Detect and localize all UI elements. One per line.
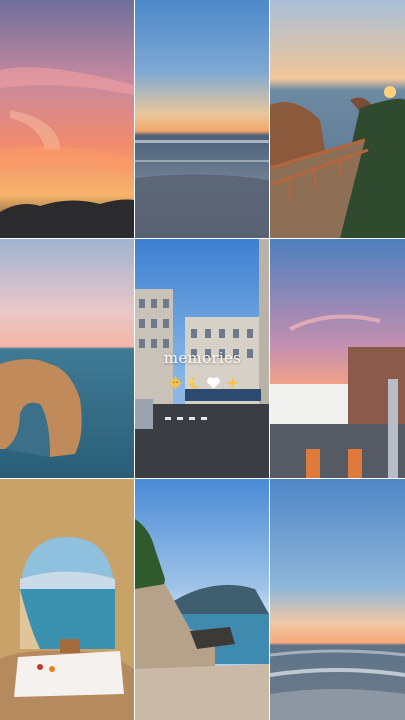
photo-rooftops-sunset (270, 239, 405, 478)
photo-collage: memories (0, 0, 405, 720)
photo-coastal-boardwalk (270, 0, 405, 238)
photo-beach-sunset (135, 0, 269, 238)
photo-ocean-dusk (270, 479, 405, 720)
photo-sunset-clouds (0, 0, 134, 238)
photo-rocky-cove (135, 479, 269, 720)
photo-cave-picnic (0, 479, 134, 720)
photo-sea-arch-rock (0, 239, 134, 478)
photo-city-street (135, 239, 269, 478)
